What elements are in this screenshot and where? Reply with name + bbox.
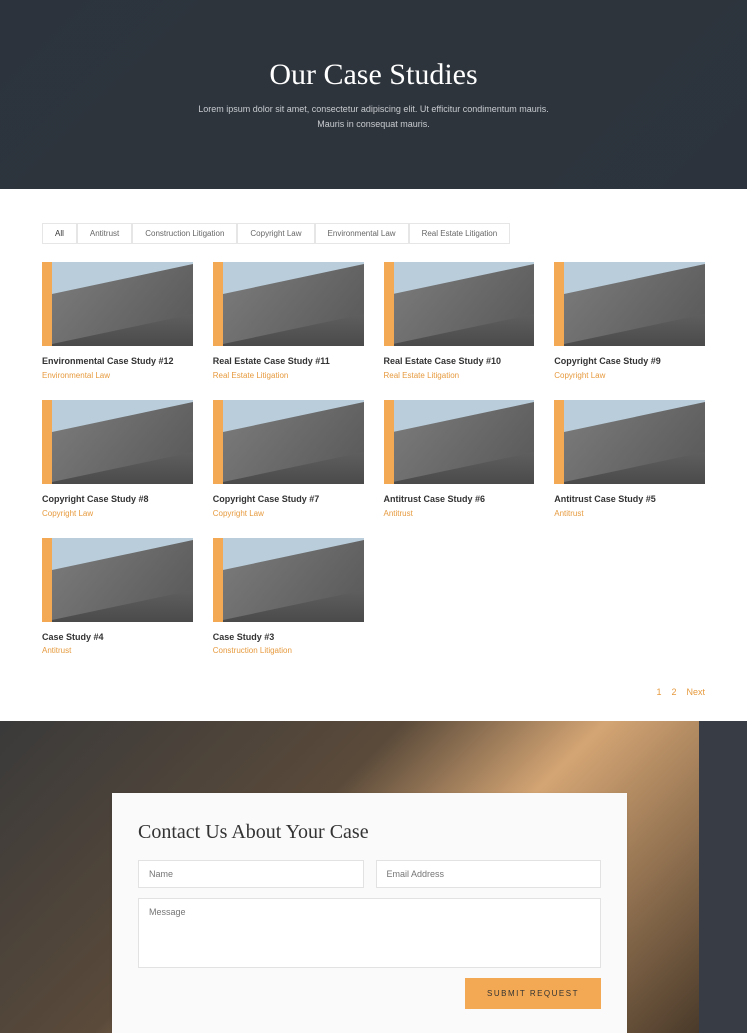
case-title: Copyright Case Study #8	[42, 494, 193, 505]
case-category[interactable]: Real Estate Litigation	[384, 371, 535, 380]
hero-section: Our Case Studies Lorem ipsum dolor sit a…	[0, 0, 747, 189]
case-title: Copyright Case Study #7	[213, 494, 364, 505]
case-card[interactable]: Copyright Case Study #7 Copyright Law	[213, 400, 364, 518]
case-card[interactable]: Antitrust Case Study #5 Antitrust	[554, 400, 705, 518]
case-card[interactable]: Real Estate Case Study #10 Real Estate L…	[384, 262, 535, 380]
case-title: Case Study #4	[42, 632, 193, 643]
filter-tab-copyright[interactable]: Copyright Law	[237, 223, 314, 244]
case-title: Real Estate Case Study #11	[213, 356, 364, 367]
filter-tab-antitrust[interactable]: Antitrust	[77, 223, 132, 244]
pagination: 1 2 Next	[0, 675, 747, 721]
message-field[interactable]	[138, 898, 601, 968]
case-card[interactable]: Case Study #4 Antitrust	[42, 538, 193, 656]
case-card[interactable]: Copyright Case Study #9 Copyright Law	[554, 262, 705, 380]
case-title: Copyright Case Study #9	[554, 356, 705, 367]
filter-tabs: All Antitrust Construction Litigation Co…	[0, 189, 747, 258]
page-subtitle: Lorem ipsum dolor sit amet, consectetur …	[194, 102, 554, 131]
case-category[interactable]: Copyright Law	[554, 371, 705, 380]
case-title: Antitrust Case Study #5	[554, 494, 705, 505]
contact-card: Contact Us About Your Case SUBMIT REQUES…	[112, 793, 627, 1033]
case-thumb	[213, 400, 364, 484]
filter-tab-construction[interactable]: Construction Litigation	[132, 223, 237, 244]
page-next-link[interactable]: Next	[686, 687, 705, 697]
case-title: Environmental Case Study #12	[42, 356, 193, 367]
case-title: Case Study #3	[213, 632, 364, 643]
contact-heading: Contact Us About Your Case	[138, 821, 601, 844]
page-title: Our Case Studies	[269, 58, 477, 92]
page-1-link[interactable]: 1	[656, 687, 661, 697]
case-title: Real Estate Case Study #10	[384, 356, 535, 367]
case-thumb	[42, 262, 193, 346]
case-category[interactable]: Copyright Law	[42, 509, 193, 518]
contact-section: Contact Us About Your Case SUBMIT REQUES…	[0, 721, 747, 1033]
submit-button[interactable]: SUBMIT REQUEST	[465, 978, 601, 1009]
case-card[interactable]: Antitrust Case Study #6 Antitrust	[384, 400, 535, 518]
case-thumb	[554, 400, 705, 484]
filter-tab-all[interactable]: All	[42, 223, 77, 244]
case-thumb	[213, 262, 364, 346]
case-card[interactable]: Case Study #3 Construction Litigation	[213, 538, 364, 656]
case-category[interactable]: Construction Litigation	[213, 646, 364, 655]
case-thumb	[213, 538, 364, 622]
filter-tab-environmental[interactable]: Environmental Law	[315, 223, 409, 244]
case-thumb	[554, 262, 705, 346]
case-thumb	[42, 538, 193, 622]
case-card[interactable]: Real Estate Case Study #11 Real Estate L…	[213, 262, 364, 380]
case-title: Antitrust Case Study #6	[384, 494, 535, 505]
filter-tab-realestate[interactable]: Real Estate Litigation	[409, 223, 511, 244]
case-card[interactable]: Environmental Case Study #12 Environment…	[42, 262, 193, 380]
case-thumb	[384, 400, 535, 484]
case-category[interactable]: Environmental Law	[42, 371, 193, 380]
case-grid: Environmental Case Study #12 Environment…	[0, 258, 747, 675]
case-category[interactable]: Antitrust	[42, 646, 193, 655]
case-thumb	[42, 400, 193, 484]
case-category[interactable]: Copyright Law	[213, 509, 364, 518]
name-field[interactable]	[138, 860, 364, 888]
case-category[interactable]: Antitrust	[384, 509, 535, 518]
case-category[interactable]: Real Estate Litigation	[213, 371, 364, 380]
case-thumb	[384, 262, 535, 346]
page-2-link[interactable]: 2	[671, 687, 676, 697]
case-card[interactable]: Copyright Case Study #8 Copyright Law	[42, 400, 193, 518]
email-field[interactable]	[376, 860, 602, 888]
case-category[interactable]: Antitrust	[554, 509, 705, 518]
